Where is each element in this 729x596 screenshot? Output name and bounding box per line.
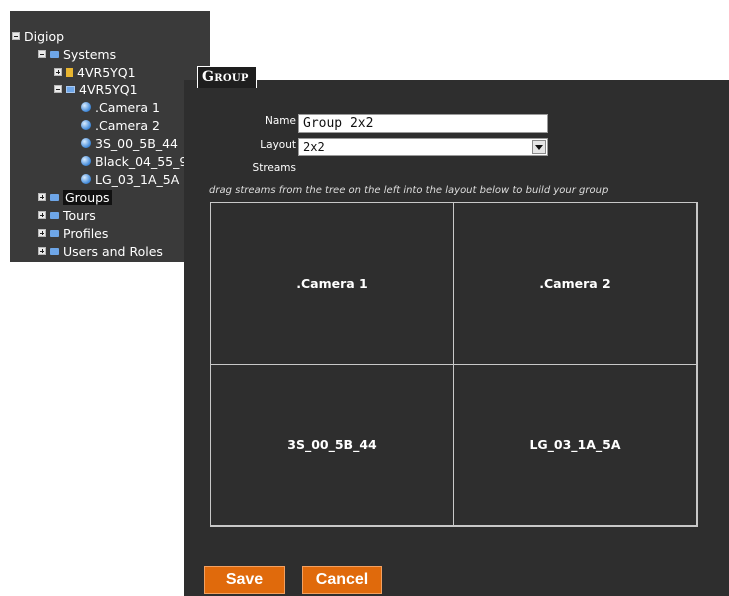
tree-node-systems[interactable]: Systems: [38, 45, 116, 63]
tree-node-camera[interactable]: Black_04_55_91: [81, 152, 195, 170]
tree-node-label: LG_03_1A_5A: [95, 171, 180, 187]
layout-cell[interactable]: 3S_00_5B_44: [210, 363, 454, 526]
tree-node-camera[interactable]: .Camera 2: [81, 116, 160, 134]
collapse-icon[interactable]: [12, 32, 20, 40]
tree-node-groups[interactable]: Groups: [38, 188, 112, 206]
cancel-button[interactable]: Cancel: [302, 566, 382, 594]
navigation-tree: Digiop Systems 4VR5YQ1 4VR5YQ1 .Camera 1…: [10, 11, 210, 262]
layout-cell[interactable]: .Camera 1: [210, 202, 454, 365]
collapse-icon[interactable]: [54, 85, 62, 93]
tree-node-label: Black_04_55_91: [95, 153, 196, 169]
chevron-down-icon[interactable]: [532, 140, 546, 154]
tree-node-digiop[interactable]: Digiop: [12, 27, 64, 45]
tree-node-label: 3S_00_5B_44: [95, 135, 178, 151]
layout-cell[interactable]: .Camera 2: [453, 202, 697, 365]
camera-icon: [81, 174, 91, 184]
tree-node-profiles[interactable]: Profiles: [38, 224, 108, 242]
streams-label: Streams: [252, 162, 296, 174]
tree-node-label: 4VR5YQ1: [77, 64, 136, 80]
tree-node-system-1[interactable]: 4VR5YQ1: [54, 63, 136, 81]
tree-node-label: Users and Roles: [63, 243, 163, 259]
layout-select-value: 2x2: [303, 140, 325, 154]
expand-icon[interactable]: [38, 229, 46, 237]
tree-node-label: Digiop: [24, 28, 65, 44]
collapse-icon[interactable]: [38, 50, 46, 58]
tree-node-label: Tours: [63, 207, 96, 223]
tree-node-tours[interactable]: Tours: [38, 206, 96, 224]
tree-node-label: .Camera 1: [95, 99, 160, 115]
tree-node-camera[interactable]: 3S_00_5B_44: [81, 134, 178, 152]
tree-node-label: Systems: [63, 46, 117, 62]
expand-icon[interactable]: [38, 211, 46, 219]
camera-icon: [81, 156, 91, 166]
folder-icon: [50, 211, 59, 219]
layout-grid: .Camera 1 .Camera 2 3S_00_5B_44 LG_03_1A…: [210, 202, 698, 527]
folder-icon: [50, 193, 59, 201]
layout-label: Layout: [260, 139, 296, 151]
expand-icon[interactable]: [54, 68, 62, 76]
tree-node-label: Profiles: [63, 225, 109, 241]
camera-icon: [81, 138, 91, 148]
save-button[interactable]: Save: [204, 566, 285, 594]
tree-node-label: .Camera 2: [95, 117, 160, 133]
folder-icon: [50, 247, 59, 255]
tree-node-camera[interactable]: .Camera 1: [81, 98, 160, 116]
name-label: Name: [265, 115, 296, 127]
layout-cell[interactable]: LG_03_1A_5A: [453, 363, 697, 526]
tree-node-users-and-roles[interactable]: Users and Roles: [38, 242, 163, 260]
expand-icon[interactable]: [38, 247, 46, 255]
dialog-title: Group: [197, 66, 257, 88]
folder-icon: [50, 229, 59, 237]
camera-icon: [81, 102, 91, 112]
expand-icon[interactable]: [38, 193, 46, 201]
folder-icon: [66, 67, 73, 77]
layout-select[interactable]: 2x2: [298, 138, 548, 156]
layout-hint: drag streams from the tree on the left i…: [209, 185, 609, 196]
folder-icon: [50, 50, 59, 58]
name-input[interactable]: Group 2x2: [298, 114, 548, 133]
tree-node-system-2[interactable]: 4VR5YQ1: [54, 80, 138, 98]
camera-icon: [81, 120, 91, 130]
tree-node-label: 4VR5YQ1: [79, 81, 138, 97]
tree-node-camera[interactable]: LG_03_1A_5A: [81, 170, 179, 188]
tree-node-label: Groups: [63, 189, 112, 205]
monitor-icon: [66, 85, 75, 93]
